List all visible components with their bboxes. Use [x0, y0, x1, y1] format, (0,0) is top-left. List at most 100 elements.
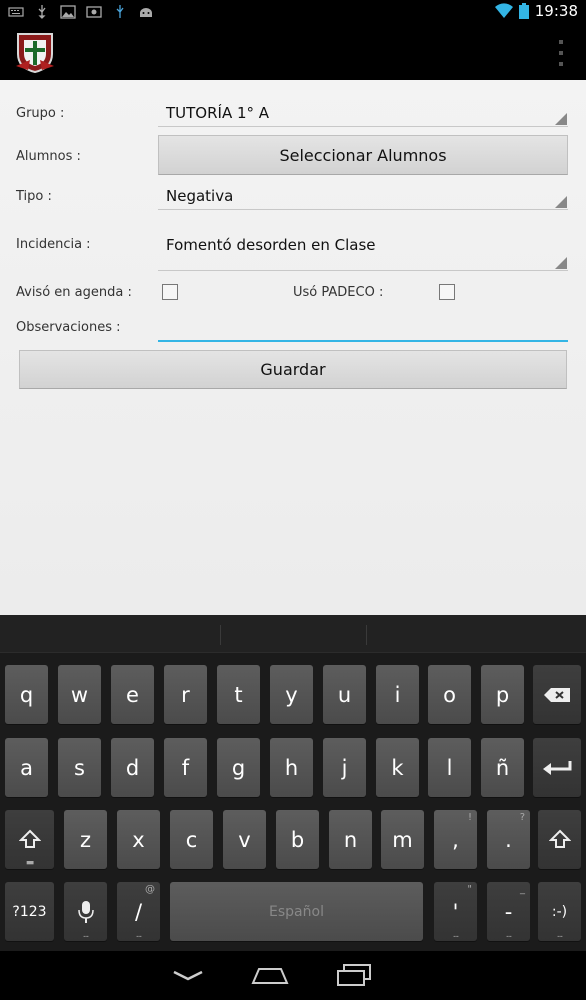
usb-icon: [116, 5, 124, 18]
key-w[interactable]: w: [58, 665, 101, 724]
period-label: .: [505, 827, 512, 852]
key-k[interactable]: k: [376, 738, 419, 797]
key-s[interactable]: s: [58, 738, 101, 797]
key-slash[interactable]: / @ ...: [117, 882, 160, 941]
select-students-button[interactable]: Seleccionar Alumnos: [158, 135, 568, 175]
backspace-icon: [544, 687, 570, 702]
observaciones-input[interactable]: [158, 312, 568, 342]
shift-icon: [548, 829, 571, 848]
recent-apps-icon: [337, 964, 371, 986]
key-r[interactable]: r: [164, 665, 207, 724]
aviso-checkbox[interactable]: [162, 284, 178, 300]
key-h[interactable]: h: [270, 738, 313, 797]
spinner-arrow-icon: [555, 257, 567, 269]
key-t[interactable]: t: [217, 665, 260, 724]
status-bar: 19:38: [0, 0, 586, 24]
shift-key-right[interactable]: [538, 810, 581, 869]
observaciones-label: Observaciones :: [16, 320, 121, 335]
apostrophe-hint: ": [467, 884, 472, 895]
tipo-value: Negativa: [166, 187, 234, 205]
image-icon: [60, 5, 76, 19]
key-enye[interactable]: ñ: [481, 738, 524, 797]
key-d[interactable]: d: [111, 738, 154, 797]
key-l[interactable]: l: [428, 738, 471, 797]
form-container: Grupo : TUTORÍA 1° A Alumnos : Seleccion…: [0, 80, 586, 615]
android-icon: [140, 8, 152, 17]
recent-apps-button[interactable]: [330, 959, 378, 991]
key-g[interactable]: g: [217, 738, 260, 797]
voice-input-key[interactable]: ...: [64, 882, 107, 941]
key-e[interactable]: e: [111, 665, 154, 724]
back-button[interactable]: [164, 959, 212, 991]
key-o[interactable]: o: [428, 665, 471, 724]
key-z[interactable]: z: [64, 810, 107, 869]
action-bar: [0, 24, 586, 80]
key-j[interactable]: j: [323, 738, 366, 797]
slash-label: /: [134, 899, 143, 924]
navigation-bar: [0, 951, 586, 1000]
keyboard-icon: [8, 7, 24, 17]
key-comma[interactable]: , !: [434, 810, 477, 869]
key-c[interactable]: c: [170, 810, 213, 869]
key-b[interactable]: b: [276, 810, 319, 869]
key-q[interactable]: q: [5, 665, 48, 724]
screenshot-icon: [86, 6, 102, 18]
app-screen: 19:38 Grupo : TUTORÍA 1° A Alumnos : Sel…: [0, 0, 586, 1000]
enter-key[interactable]: [533, 738, 581, 797]
alumnos-label: Alumnos :: [16, 149, 81, 164]
backspace-key[interactable]: [533, 665, 581, 724]
dash-label: -: [504, 899, 513, 924]
comma-label: ,: [452, 827, 459, 852]
apostrophe-label: ': [452, 899, 459, 924]
grupo-label: Grupo :: [16, 106, 65, 121]
key-u[interactable]: u: [323, 665, 366, 724]
shift-key[interactable]: ▬: [5, 810, 54, 869]
soft-keyboard: q w e r t y u i o p a s d f g h j k l ñ …: [0, 615, 586, 951]
dash-hint: _: [520, 884, 525, 895]
overflow-menu-icon[interactable]: [556, 40, 566, 66]
tipo-label: Tipo :: [16, 189, 52, 204]
usb-icon: [38, 5, 46, 19]
key-f[interactable]: f: [164, 738, 207, 797]
key-p[interactable]: p: [481, 665, 524, 724]
incidencia-label: Incidencia :: [16, 237, 91, 252]
shift-icon: [18, 829, 41, 848]
key-a[interactable]: a: [5, 738, 48, 797]
back-down-icon: [173, 970, 203, 981]
period-hint: ?: [519, 812, 525, 823]
save-button[interactable]: Guardar: [19, 350, 567, 389]
incidencia-value: Fomentó desorden en Clase: [166, 236, 376, 254]
symbols-key[interactable]: ?123: [5, 882, 54, 941]
key-m[interactable]: m: [381, 810, 424, 869]
comma-hint: !: [467, 812, 472, 823]
slash-hint: @: [145, 884, 155, 895]
battery-icon: [518, 3, 529, 19]
smiley-label: :-): [551, 903, 568, 920]
school-crest-logo[interactable]: [14, 30, 56, 74]
aviso-label: Avisó en agenda :: [16, 285, 132, 300]
spinner-arrow-icon: [555, 113, 567, 125]
key-dash[interactable]: - _ ...: [487, 882, 530, 941]
key-i[interactable]: i: [376, 665, 419, 724]
wifi-icon: [494, 3, 513, 19]
space-key[interactable]: Español: [170, 882, 423, 941]
grupo-value: TUTORÍA 1° A: [166, 104, 270, 122]
key-y[interactable]: y: [270, 665, 313, 724]
suggestion-strip: [0, 615, 586, 653]
padeco-checkbox[interactable]: [439, 284, 455, 300]
key-apostrophe[interactable]: ' " ...: [434, 882, 477, 941]
clock: 19:38: [534, 2, 578, 20]
tipo-spinner[interactable]: Negativa: [158, 179, 568, 210]
spinner-arrow-icon: [555, 196, 567, 208]
incidencia-spinner[interactable]: Fomentó desorden en Clase: [158, 222, 568, 271]
home-button[interactable]: [246, 959, 294, 991]
smiley-key[interactable]: :-) ...: [538, 882, 581, 941]
key-n[interactable]: n: [329, 810, 372, 869]
grupo-spinner[interactable]: TUTORÍA 1° A: [158, 96, 568, 127]
microphone-icon: [77, 900, 94, 923]
key-period[interactable]: . ?: [487, 810, 530, 869]
key-x[interactable]: x: [117, 810, 160, 869]
key-v[interactable]: v: [223, 810, 266, 869]
padeco-label: Usó PADECO :: [293, 285, 384, 300]
enter-icon: [543, 760, 572, 775]
